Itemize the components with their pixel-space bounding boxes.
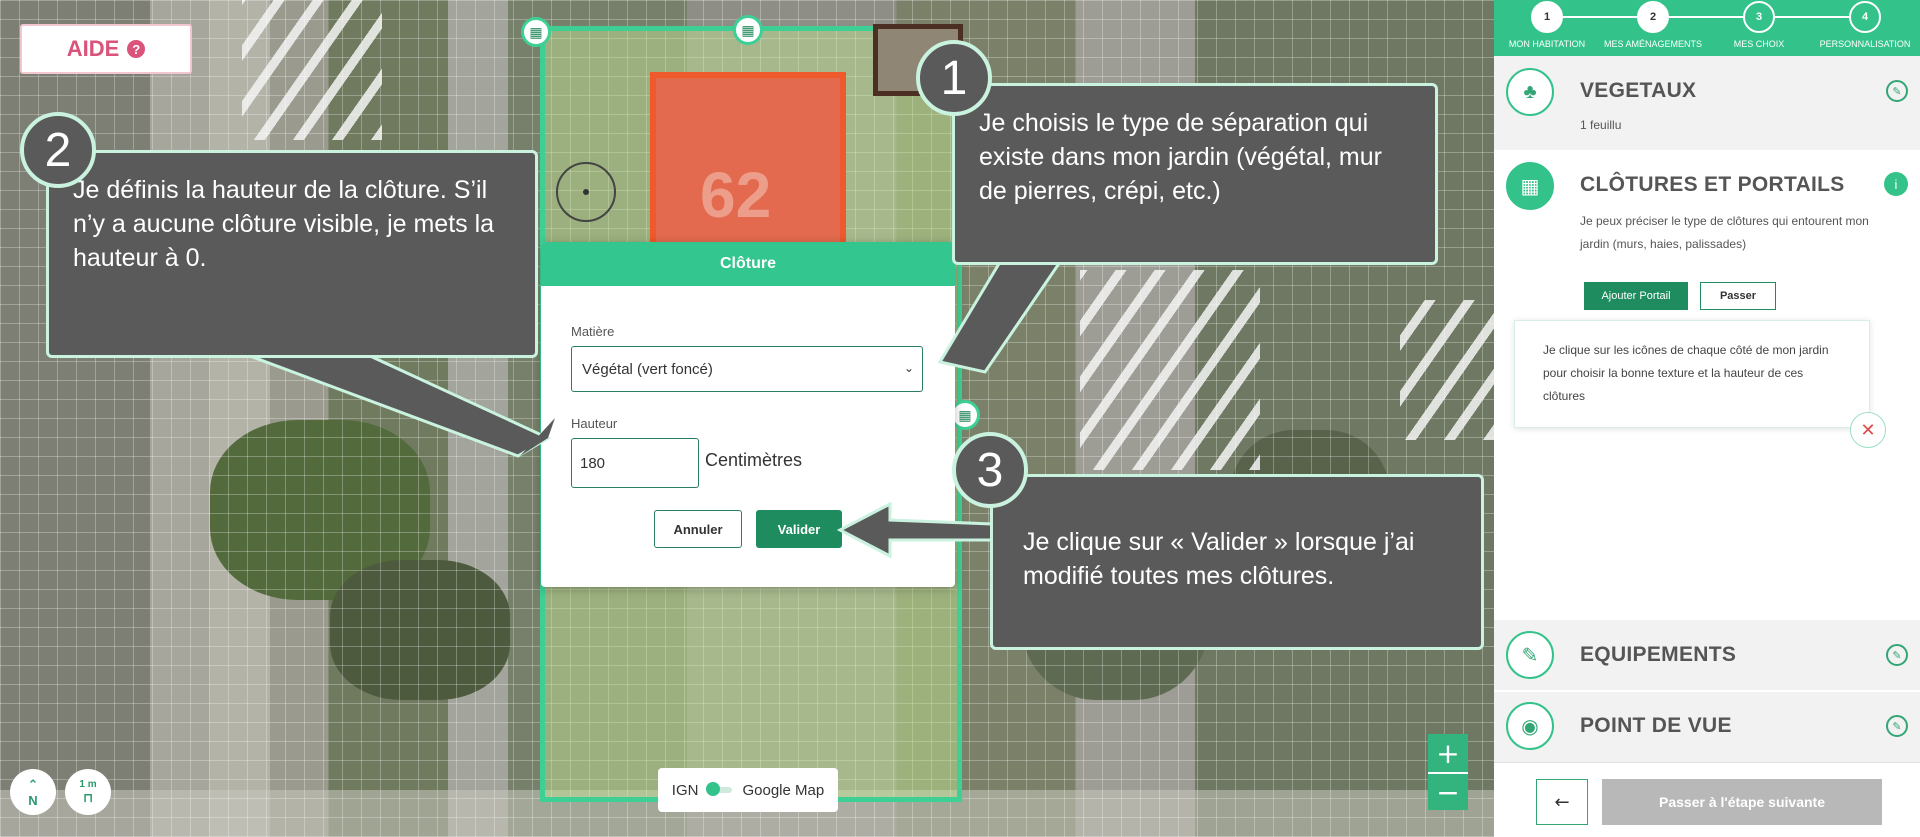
modal-title: Clôture [541, 242, 955, 286]
step-2-label: MES AMÉNAGEMENTS [1603, 39, 1702, 49]
section-vegetaux[interactable]: ♣ VEGETAUX 1 feuillu ✎ [1494, 56, 1920, 150]
zoom-out-button[interactable]: − [1428, 772, 1468, 810]
step-4-label: PERSONNALISATION [1819, 39, 1911, 49]
callout-3-badge: 3 [952, 432, 1028, 508]
step-2[interactable]: 2 MES AMÉNAGEMENTS [1600, 0, 1706, 49]
tip-box: Je clique sur les icônes de chaque côté … [1514, 320, 1870, 428]
tree-icon: ♣ [1506, 68, 1554, 116]
zoom-controls: + − [1428, 734, 1468, 810]
skip-button[interactable]: Passer [1700, 282, 1776, 310]
sidebar-footer: ← Passer à l'étape suivante [1494, 762, 1920, 837]
fence-node-icon[interactable]: ▦ [733, 15, 763, 45]
callout-2-text: Je définis la hauteur de la clôture. S’i… [73, 176, 495, 272]
callout-3: Je clique sur « Valider » lorsque j’ai m… [990, 474, 1484, 650]
edit-document-icon: ✎ [1506, 631, 1554, 679]
help-label: AIDE [66, 36, 120, 61]
north-label: N [28, 792, 38, 808]
step-2-number: 2 [1637, 1, 1669, 33]
step-4[interactable]: 4 PERSONNALISATION [1812, 0, 1918, 49]
callout-1: Je choisis le type de séparation qui exi… [952, 83, 1438, 265]
eye-icon: ◉ [1506, 702, 1554, 750]
section-equipements[interactable]: ✎ EQUIPEMENTS ✎ [1494, 620, 1920, 690]
step-3[interactable]: 3 MES CHOIX [1706, 0, 1812, 49]
help-button[interactable]: AIDE ? [20, 24, 192, 74]
fence-modal: Clôture Matière Végétal (vert foncé) ⌄ H… [541, 242, 955, 587]
vegetaux-title: VEGETAUX [1580, 79, 1697, 102]
confirm-button[interactable]: Valider [756, 510, 842, 548]
step-3-label: MES CHOIX [1733, 39, 1785, 49]
zoom-in-button[interactable]: + [1428, 734, 1468, 772]
section-point-de-vue[interactable]: ◉ POINT DE VUE ✎ [1494, 692, 1920, 762]
ruler-icon: ⊓ [82, 789, 94, 805]
height-unit: Centimètres [705, 450, 803, 470]
edit-pencil-icon[interactable]: ✎ [1886, 80, 1908, 102]
target-icon[interactable] [556, 162, 616, 222]
height-label: Hauteur [571, 416, 618, 431]
layer-ign-label: IGN [671, 781, 699, 799]
callout-2: Je définis la hauteur de la clôture. S’i… [46, 150, 538, 358]
house-number: 62 [700, 159, 772, 231]
clotures-description: Je peux préciser le type de clôtures qui… [1580, 214, 1869, 251]
sidebar: 1 MON HABITATION 2 MES AMÉNAGEMENTS 3 ME… [1494, 0, 1920, 837]
step-1-label: MON HABITATION [1508, 39, 1586, 49]
step-1[interactable]: 1 MON HABITATION [1494, 0, 1600, 49]
map-canvas[interactable]: 62 ▦ ▦ ▦ AIDE ? ⌃ N 1 m ⊓ IGN Google Map… [0, 0, 1494, 837]
tip-text: Je clique sur les icônes de chaque côté … [1543, 343, 1829, 403]
brick-wall-icon: ▦ [1506, 162, 1554, 210]
clotures-title: CLÔTURES ET PORTAILS [1580, 173, 1845, 196]
layer-switch[interactable] [706, 782, 733, 796]
step-3-number: 3 [1743, 1, 1775, 33]
point-de-vue-title: POINT DE VUE [1580, 714, 1732, 737]
scale-label: 1 m [79, 778, 97, 790]
chevron-down-icon: ⌄ [903, 361, 914, 375]
house-footprint[interactable]: 62 [650, 72, 846, 252]
step-4-number: 4 [1849, 1, 1881, 33]
equipements-title: EQUIPEMENTS [1580, 643, 1737, 666]
info-icon[interactable]: i [1884, 172, 1908, 196]
callout-1-badge: 1 [916, 40, 992, 116]
height-input[interactable] [571, 438, 699, 488]
material-select[interactable]: Végétal (vert foncé) ⌄ [571, 346, 923, 392]
step-1-number: 1 [1531, 1, 1563, 33]
close-icon[interactable]: ✕ [1850, 412, 1886, 448]
fence-node-icon[interactable]: ▦ [521, 17, 551, 47]
callout-3-text: Je clique sur « Valider » lorsque j’ai m… [1023, 528, 1415, 590]
progress-stepper: 1 MON HABITATION 2 MES AMÉNAGEMENTS 3 ME… [1494, 0, 1920, 56]
back-button[interactable]: ← [1536, 779, 1588, 825]
callout-2-badge: 2 [20, 112, 96, 188]
edit-pencil-icon[interactable]: ✎ [1886, 644, 1908, 666]
material-value: Végétal (vert foncé) [582, 360, 713, 378]
add-gate-button[interactable]: Ajouter Portail [1584, 282, 1688, 310]
layer-toggle[interactable]: IGN Google Map [658, 768, 838, 812]
material-label: Matière [571, 324, 615, 339]
callout-1-text: Je choisis le type de séparation qui exi… [979, 109, 1382, 205]
layer-google-label: Google Map [742, 781, 825, 799]
north-compass-button[interactable]: ⌃ N [10, 769, 56, 815]
question-icon: ? [127, 40, 146, 58]
edit-pencil-icon[interactable]: ✎ [1886, 715, 1908, 737]
north-arrow-icon: ⌃ [27, 776, 39, 792]
cancel-button[interactable]: Annuler [654, 510, 742, 548]
vegetaux-subtitle: 1 feuillu [1580, 118, 1622, 132]
scale-button[interactable]: 1 m ⊓ [65, 769, 111, 815]
next-step-button[interactable]: Passer à l'étape suivante [1602, 779, 1882, 825]
